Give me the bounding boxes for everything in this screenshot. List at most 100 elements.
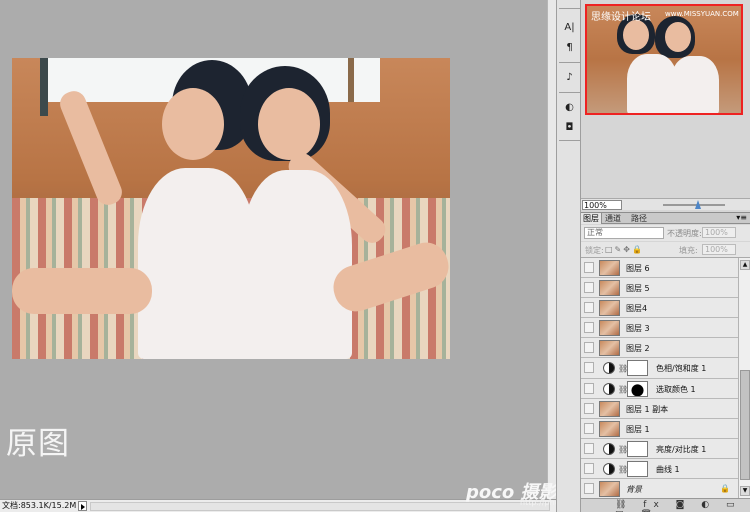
blend-mode-select[interactable]: 正常 [584, 227, 664, 239]
layer-row[interactable]: 图层 1 [581, 418, 738, 439]
preview-face-right [665, 22, 691, 52]
photo-girl-left-arm [56, 87, 126, 209]
layer-row[interactable]: 图层 5 [581, 278, 738, 299]
visibility-toggle-icon[interactable] [584, 402, 594, 414]
layer-thumbnail [599, 320, 620, 337]
adjust-icon[interactable]: ◐ [561, 100, 578, 115]
photo-girl-left-face [162, 88, 224, 160]
preview-watermark: 思缘设计论坛 [591, 12, 651, 23]
toolbar-separator [559, 92, 580, 93]
panel-menu-icon[interactable]: ▾≡ [736, 213, 747, 222]
toolbar-separator [559, 8, 580, 9]
layer-row[interactable]: 图层 6 [581, 258, 738, 279]
layer-row[interactable]: ⛓ 亮度/对比度 1 [581, 438, 738, 459]
toolbar-separator [559, 140, 580, 141]
layer-name: 图层4 [626, 304, 648, 314]
visibility-toggle-icon[interactable] [584, 262, 594, 273]
adjustment-layer-icon [603, 462, 615, 475]
text-tool-icon[interactable]: A| [561, 20, 578, 35]
lock-row: 锁定: □✎✥🔒 填充: 100% [581, 242, 750, 258]
photo-girl-right-face [258, 88, 320, 160]
visibility-toggle-icon[interactable] [584, 282, 594, 294]
lock-icon: 🔒 [720, 484, 730, 494]
opacity-label: 不透明度: [667, 229, 702, 238]
paragraph-icon[interactable]: ¶ [561, 40, 578, 55]
navigator-zoom-input[interactable]: 100% [582, 200, 622, 210]
layer-name: 图层 5 [626, 284, 650, 294]
brush-preset-icon[interactable]: ♪ [561, 70, 578, 85]
scroll-down-icon[interactable]: ▼ [740, 486, 750, 496]
layer-thumbnail [599, 340, 620, 357]
layer-mask-thumbnail [627, 380, 648, 397]
opacity-input[interactable]: 100% [702, 227, 736, 238]
layer-row[interactable]: 背景 🔒 [581, 479, 738, 498]
caption-original: 原图 [6, 426, 70, 462]
layer-thumbnail [599, 300, 620, 317]
layer-row[interactable]: 图层 3 [581, 318, 738, 339]
visibility-toggle-icon[interactable] [584, 422, 594, 434]
scroll-up-icon[interactable]: ▲ [740, 260, 750, 270]
layers-list: 图层 6 图层 5 图层4 图层 3 图层 2 ⛓ 色相/饱和度 1 ⛓ 选取颜… [581, 258, 738, 498]
tab-paths[interactable]: 路径 [629, 213, 649, 224]
visibility-toggle-icon[interactable] [584, 462, 594, 474]
layer-row[interactable]: 图层 1 副本 [581, 398, 738, 419]
layer-name: 选取颜色 1 [656, 384, 696, 394]
fill-label: 填充: [679, 246, 698, 255]
visibility-toggle-icon[interactable] [584, 322, 594, 334]
lock-label: 锁定: [585, 246, 604, 255]
layers-panel-tabs: 图层 通道 路径 ▾≡ [581, 212, 750, 224]
tab-layers[interactable]: 图层 [581, 213, 602, 224]
adjustment-layer-icon [603, 442, 615, 455]
mask-icon[interactable]: ◘ [561, 120, 578, 135]
layers-panel-footer: ⛓ fx ◙ ◐ ▭ ▣ 🗑 [581, 498, 750, 512]
fill-input[interactable]: 100% [702, 244, 736, 255]
layers-scrollbar[interactable]: ▲ ▼ [738, 258, 750, 498]
lock-options-icon[interactable]: □✎✥🔒 [605, 245, 644, 254]
preview-face-left [623, 20, 649, 50]
navigator-preview[interactable]: 思缘设计论坛 www.MISSYUAN.COM [585, 4, 743, 115]
visibility-toggle-icon[interactable] [584, 342, 594, 354]
layer-thumbnail [599, 481, 620, 498]
navigator-zoom-slider[interactable] [663, 204, 725, 206]
navigator-zoom-row: 100% [581, 198, 750, 210]
layer-name: 图层 6 [626, 264, 650, 273]
blend-mode-row: 正常 不透明度: 100% [581, 225, 750, 241]
photo-girl-left-leg [12, 268, 152, 314]
status-menu-arrow-icon[interactable] [78, 501, 87, 511]
visibility-toggle-icon[interactable] [584, 483, 594, 495]
layer-row[interactable]: ⛓ 选取颜色 1 [581, 378, 738, 399]
visibility-toggle-icon[interactable] [584, 362, 594, 374]
visibility-toggle-icon[interactable] [584, 442, 594, 454]
layer-name: 图层 1 [626, 424, 650, 434]
photo-window-frame [40, 58, 48, 116]
layer-thumbnail [599, 260, 620, 276]
canvas-scrollbar-vertical[interactable] [547, 0, 556, 499]
layer-name: 色相/饱和度 1 [656, 364, 707, 374]
layer-name: 图层 2 [626, 344, 650, 354]
adjustment-layer-icon [603, 382, 615, 395]
layer-name: 图层 1 副本 [626, 404, 669, 414]
tab-channels[interactable]: 通道 [603, 213, 623, 224]
panel-dock-strip: A| ¶ ♪ ◐ ◘ [556, 0, 581, 512]
document-canvas[interactable]: 原图 [0, 0, 547, 499]
scroll-thumb[interactable] [740, 370, 750, 480]
layer-row[interactable]: 图层4 [581, 298, 738, 319]
right-panel: 思缘设计论坛 www.MISSYUAN.COM 100% 图层 通道 路径 ▾≡… [581, 0, 750, 512]
photo-window-frame-right [348, 58, 354, 102]
visibility-toggle-icon[interactable] [584, 302, 594, 314]
layer-name: 曲线 1 [656, 464, 680, 474]
visibility-toggle-icon[interactable] [584, 382, 594, 394]
layer-row[interactable]: ⛓ 曲线 1 [581, 458, 738, 480]
doc-size-readout: 文档:853.1K/15.2M [2, 501, 77, 510]
layer-mask-thumbnail [627, 360, 648, 377]
adjustment-layer-icon [603, 362, 615, 375]
layer-row[interactable]: ⛓ 色相/饱和度 1 [581, 358, 738, 379]
layer-actions-icon[interactable]: ⛓ fx ◙ ◐ ▭ ▣ 🗑 [615, 500, 750, 512]
layer-thumbnail [599, 280, 620, 297]
layer-row[interactable]: 图层 2 [581, 338, 738, 359]
layer-name: 背景 [626, 485, 642, 495]
layer-thumbnail [599, 420, 620, 437]
preview-watermark-url: www.MISSYUAN.COM [665, 10, 739, 18]
photo-girl-right-shirt [242, 170, 352, 359]
layer-mask-thumbnail [627, 440, 648, 457]
